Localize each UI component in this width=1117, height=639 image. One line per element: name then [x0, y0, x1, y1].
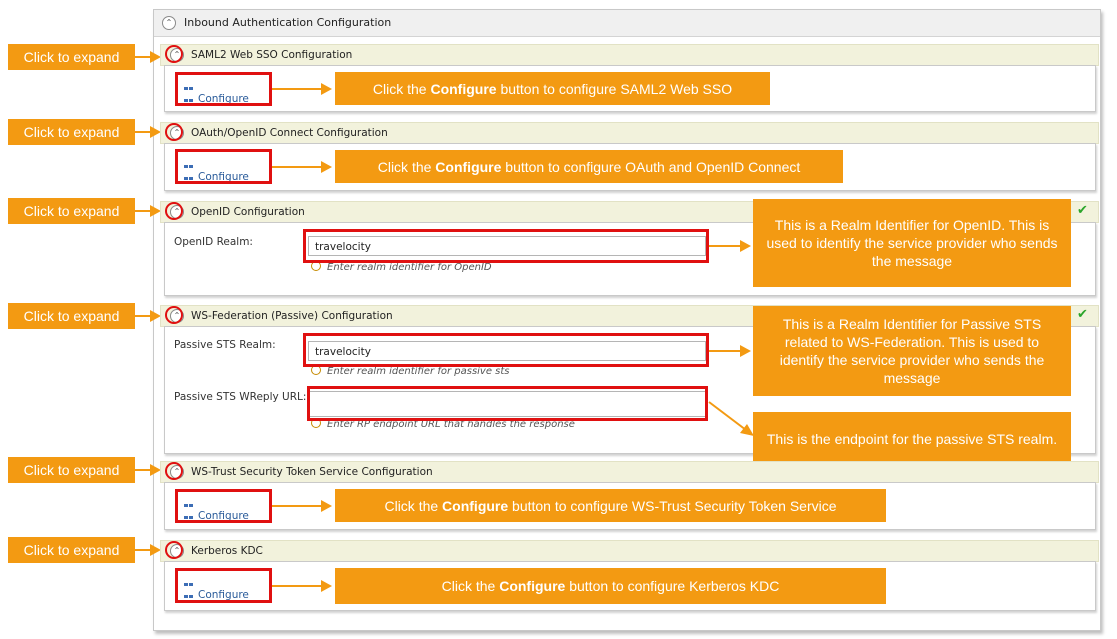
callout-text: Click to expand — [23, 203, 120, 219]
highlight-box — [175, 149, 272, 184]
saml-configure-callout: Click the Configure button to configure … — [335, 72, 770, 105]
callout-bold-text: Configure — [442, 497, 509, 514]
callout-text: button to configure Kerberos KDC — [569, 578, 780, 594]
callout-text: button to configure WS-Trust Security To… — [512, 497, 837, 514]
click-to-expand-callout: Click to expand — [8, 303, 135, 329]
wsfed-section-title: WS-Federation (Passive) Configuration — [191, 310, 393, 322]
kerberos-section-header[interactable]: ⌃ Kerberos KDC — [160, 540, 1099, 562]
checkmark-icon: ✔ — [1077, 203, 1088, 218]
openid-section-title: OpenID Configuration — [191, 206, 305, 218]
highlight-circle — [165, 123, 183, 141]
arrow-line — [272, 585, 322, 587]
wstrust-section-title: WS-Trust Security Token Service Configur… — [191, 466, 433, 478]
arrow-line — [135, 210, 151, 212]
callout-text: This is a Realm Identifier for Passive S… — [779, 316, 1045, 386]
arrow-head — [740, 240, 751, 252]
passive-sts-wreply-label: Passive STS WReply URL: — [174, 391, 307, 403]
callout-text: Click to expand — [23, 542, 120, 558]
highlight-circle — [165, 202, 183, 220]
callout-text: Click to expand — [23, 462, 120, 478]
diagonal-arrow — [708, 401, 754, 436]
callout-text: Click to expand — [23, 49, 120, 65]
click-to-expand-callout: Click to expand — [8, 537, 135, 563]
highlight-box — [307, 386, 708, 421]
inbound-authentication-title: Inbound Authentication Configuration — [184, 16, 392, 29]
callout-text: Click the — [372, 80, 427, 97]
callout-text: This is the endpoint for the passive STS… — [766, 431, 1058, 447]
hint-text: Enter realm identifier for OpenID — [327, 262, 492, 273]
passive-sts-realm-callout: This is a Realm Identifier for Passive S… — [753, 306, 1071, 396]
passive-sts-realm-label: Passive STS Realm: — [174, 339, 276, 351]
arrow-line — [272, 505, 322, 507]
arrow-line — [272, 88, 322, 90]
saml-section-header[interactable]: ⌃ SAML2 Web SSO Configuration — [160, 44, 1099, 66]
highlight-circle — [165, 306, 183, 324]
openid-realm-label: OpenID Realm: — [174, 236, 253, 248]
highlight-box — [175, 72, 272, 106]
callout-text: Click the — [384, 497, 439, 514]
callout-bold-text: Configure — [430, 80, 497, 97]
callout-bold-text: Configure — [499, 578, 566, 594]
highlight-circle — [165, 541, 183, 559]
oauth-section-header[interactable]: ⌃ OAuth/OpenID Connect Configuration — [160, 122, 1099, 144]
kerberos-configure-callout: Click the Configure button to configure … — [335, 568, 886, 604]
arrow-head — [321, 161, 332, 173]
highlight-circle — [165, 462, 183, 480]
wstrust-configure-callout: Click the Configure button to configure … — [335, 489, 886, 522]
highlight-circle — [165, 45, 183, 63]
highlight-box — [303, 333, 709, 367]
arrow-line — [709, 245, 741, 247]
arrow-head — [321, 580, 332, 592]
callout-text: Click to expand — [23, 124, 120, 140]
callout-text: Click the — [377, 158, 432, 175]
collapse-icon[interactable]: ⌃ — [162, 16, 176, 30]
arrow-line — [135, 56, 151, 58]
click-to-expand-callout: Click to expand — [8, 119, 135, 145]
callout-text: button to configure SAML2 Web SSO — [500, 80, 733, 97]
arrow-line — [135, 131, 151, 133]
callout-bold-text: Configure — [435, 158, 502, 175]
arrow-head — [321, 500, 332, 512]
callout-text: Click the — [441, 578, 496, 594]
inbound-authentication-header[interactable]: ⌃ Inbound Authentication Configuration — [154, 10, 1100, 37]
arrow-head — [740, 345, 751, 357]
wstrust-section-header[interactable]: ⌃ WS-Trust Security Token Service Config… — [160, 461, 1099, 483]
arrow-line — [709, 350, 741, 352]
openid-realm-callout: This is a Realm Identifier for OpenID. T… — [753, 199, 1071, 287]
highlight-box — [303, 229, 709, 263]
checkmark-icon: ✔ — [1077, 307, 1088, 322]
passive-sts-endpoint-callout: This is the endpoint for the passive STS… — [753, 412, 1071, 466]
click-to-expand-callout: Click to expand — [8, 44, 135, 70]
arrow-line — [272, 166, 322, 168]
oauth-configure-callout: Click the Configure button to configure … — [335, 150, 843, 183]
oauth-section-title: OAuth/OpenID Connect Configuration — [191, 127, 388, 139]
highlight-box — [175, 489, 272, 523]
click-to-expand-callout: Click to expand — [8, 457, 135, 483]
arrow-line — [135, 549, 151, 551]
hint-text: Enter realm identifier for passive sts — [327, 366, 510, 377]
kerberos-section-title: Kerberos KDC — [191, 545, 263, 557]
callout-text: This is a Realm Identifier for OpenID. T… — [766, 217, 1058, 269]
callout-text: button to configure OAuth and OpenID Con… — [505, 158, 801, 175]
callout-text: Click to expand — [23, 308, 120, 324]
highlight-box — [175, 568, 272, 603]
arrow-line — [135, 469, 151, 471]
saml-section-title: SAML2 Web SSO Configuration — [191, 49, 353, 61]
arrow-line — [135, 315, 151, 317]
click-to-expand-callout: Click to expand — [8, 198, 135, 224]
arrow-head — [321, 83, 332, 95]
